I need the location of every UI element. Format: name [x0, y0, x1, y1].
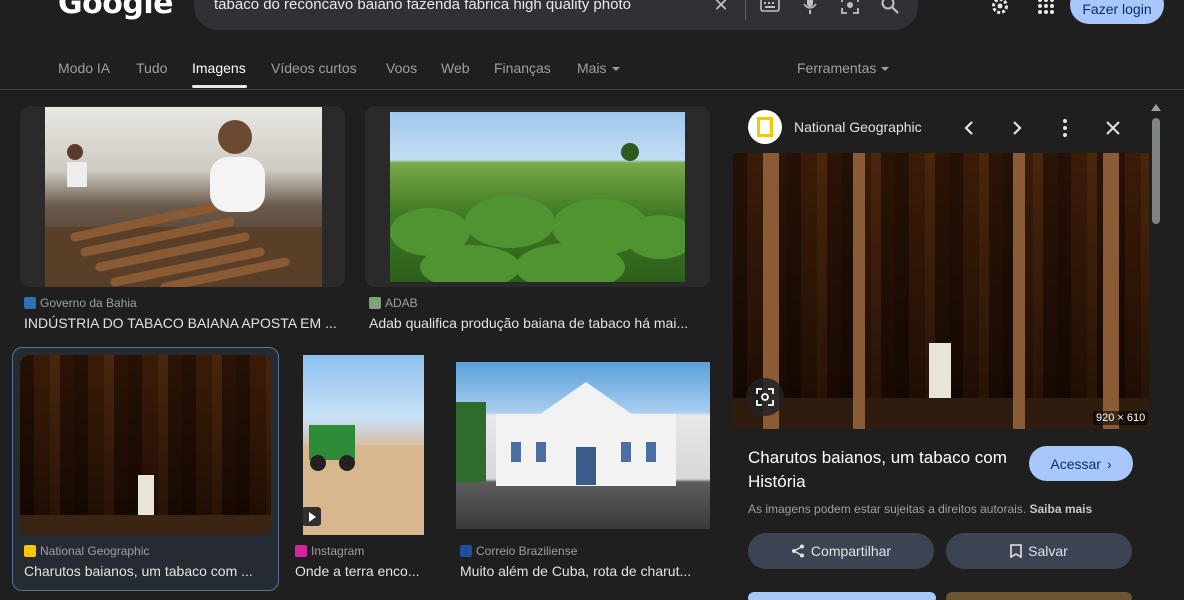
search-input[interactable]: tabaco do recôncavo baiano fazenda fábri… [214, 0, 631, 13]
visit-label: Acessar [1050, 455, 1101, 472]
top-bar: Google tabaco do recôncavo baiano fazend… [0, 0, 1184, 40]
close-icon [1106, 121, 1120, 135]
result-title[interactable]: Adab qualifica produção baiana de tabaco… [369, 315, 709, 331]
tools-label: Ferramentas [797, 60, 877, 76]
source-logo[interactable] [748, 110, 782, 144]
share-button[interactable]: Compartilhar [748, 533, 934, 569]
chevron-left-icon [964, 121, 973, 135]
search-divider [745, 0, 746, 20]
result-source: National Geographic [24, 544, 149, 558]
gear-icon[interactable] [988, 0, 1012, 18]
result-title[interactable]: Onde a terra enco... [295, 563, 435, 579]
chevron-right-icon: › [1106, 455, 1112, 472]
lens-search-button[interactable] [746, 378, 784, 416]
chevron-right-icon [1013, 121, 1022, 135]
microphone-icon[interactable] [799, 0, 821, 16]
result-source: Governo da Bahia [24, 296, 137, 310]
active-tab-indicator [192, 85, 247, 88]
lens-icon[interactable] [839, 0, 861, 16]
result-thumbnail[interactable] [390, 112, 685, 282]
panel-action-peek[interactable] [748, 592, 936, 600]
share-icon [791, 544, 804, 558]
save-button[interactable]: Salvar [946, 533, 1132, 569]
tab-finance[interactable]: Finanças [494, 60, 551, 76]
next-button[interactable] [1003, 114, 1031, 142]
tab-ai-mode[interactable]: Modo IA [58, 60, 110, 76]
panel-title[interactable]: Charutos baianos, um tabaco com História [748, 446, 1018, 494]
more-vert-icon [1063, 119, 1067, 137]
result-title[interactable]: Charutos baianos, um tabaco com ... [24, 563, 269, 579]
result-source: Correio Braziliense [460, 544, 577, 558]
favicon-icon [24, 545, 36, 557]
login-button[interactable]: Fazer login [1070, 0, 1164, 24]
chevron-down-icon [881, 67, 890, 72]
result-thumbnail[interactable] [45, 107, 322, 287]
keyboard-icon[interactable] [759, 0, 781, 16]
play-icon [302, 507, 321, 526]
favicon-icon [24, 297, 36, 309]
more-options-button[interactable] [1051, 114, 1079, 142]
favicon-icon [369, 297, 381, 309]
lens-icon [756, 388, 774, 406]
apps-grid-icon[interactable] [1034, 0, 1058, 18]
share-label: Compartilhar [810, 543, 892, 559]
clear-icon[interactable]: ✕ [710, 0, 732, 16]
google-logo[interactable]: Google [58, 0, 173, 21]
result-source: ADAB [369, 296, 418, 310]
search-icon[interactable] [879, 0, 901, 16]
tab-all[interactable]: Tudo [136, 60, 167, 76]
natgeo-icon [757, 117, 773, 137]
tab-images[interactable]: Imagens [192, 60, 246, 76]
result-title[interactable]: Muito além de Cuba, rota de charut... [460, 563, 708, 579]
result-thumbnail[interactable] [303, 355, 424, 535]
result-thumbnail[interactable] [456, 362, 710, 529]
previous-button[interactable] [955, 114, 983, 142]
panel-source-name[interactable]: National Geographic [794, 119, 922, 135]
visit-button[interactable]: Acessar › [1029, 446, 1133, 481]
tab-short-videos[interactable]: Vídeos curtos [271, 60, 357, 76]
preview-image[interactable] [733, 153, 1149, 429]
result-source-label: ADAB [385, 296, 418, 310]
result-source-label: Correio Braziliense [476, 544, 578, 558]
tab-web[interactable]: Web [441, 60, 470, 76]
close-panel-button[interactable] [1099, 114, 1127, 142]
copyright-text: As imagens podem estar sujeitas a direit… [748, 502, 1027, 516]
bookmark-icon [1010, 544, 1022, 558]
related-image-peek[interactable] [946, 592, 1132, 600]
tab-flights[interactable]: Voos [386, 60, 417, 76]
result-thumbnail[interactable] [20, 355, 271, 535]
result-source-label: National Geographic [40, 544, 150, 558]
favicon-icon [460, 545, 472, 557]
result-source: Instagram [295, 544, 364, 558]
tools-button[interactable]: Ferramentas [797, 60, 890, 76]
result-source-label: Instagram [311, 544, 365, 558]
copyright-notice: As imagens podem estar sujeitas a direit… [748, 502, 1092, 516]
tab-more[interactable]: Mais [577, 60, 620, 76]
learn-more-link[interactable]: Saiba mais [1029, 502, 1092, 516]
result-source-label: Governo da Bahia [40, 296, 137, 310]
search-tabs: Modo IA Tudo Imagens Vídeos curtos Voos … [0, 52, 1184, 90]
result-title[interactable]: INDÚSTRIA DO TABACO BAIANA APOSTA EM ... [24, 315, 340, 331]
scroll-up-arrow-icon[interactable] [1151, 104, 1161, 111]
tab-more-label: Mais [577, 60, 607, 76]
scrollbar-thumb[interactable] [1152, 118, 1160, 224]
favicon-icon [295, 545, 307, 557]
image-dimensions: 920 × 610 [1093, 411, 1149, 425]
chevron-down-icon [611, 67, 620, 72]
save-label: Salvar [1028, 543, 1068, 559]
